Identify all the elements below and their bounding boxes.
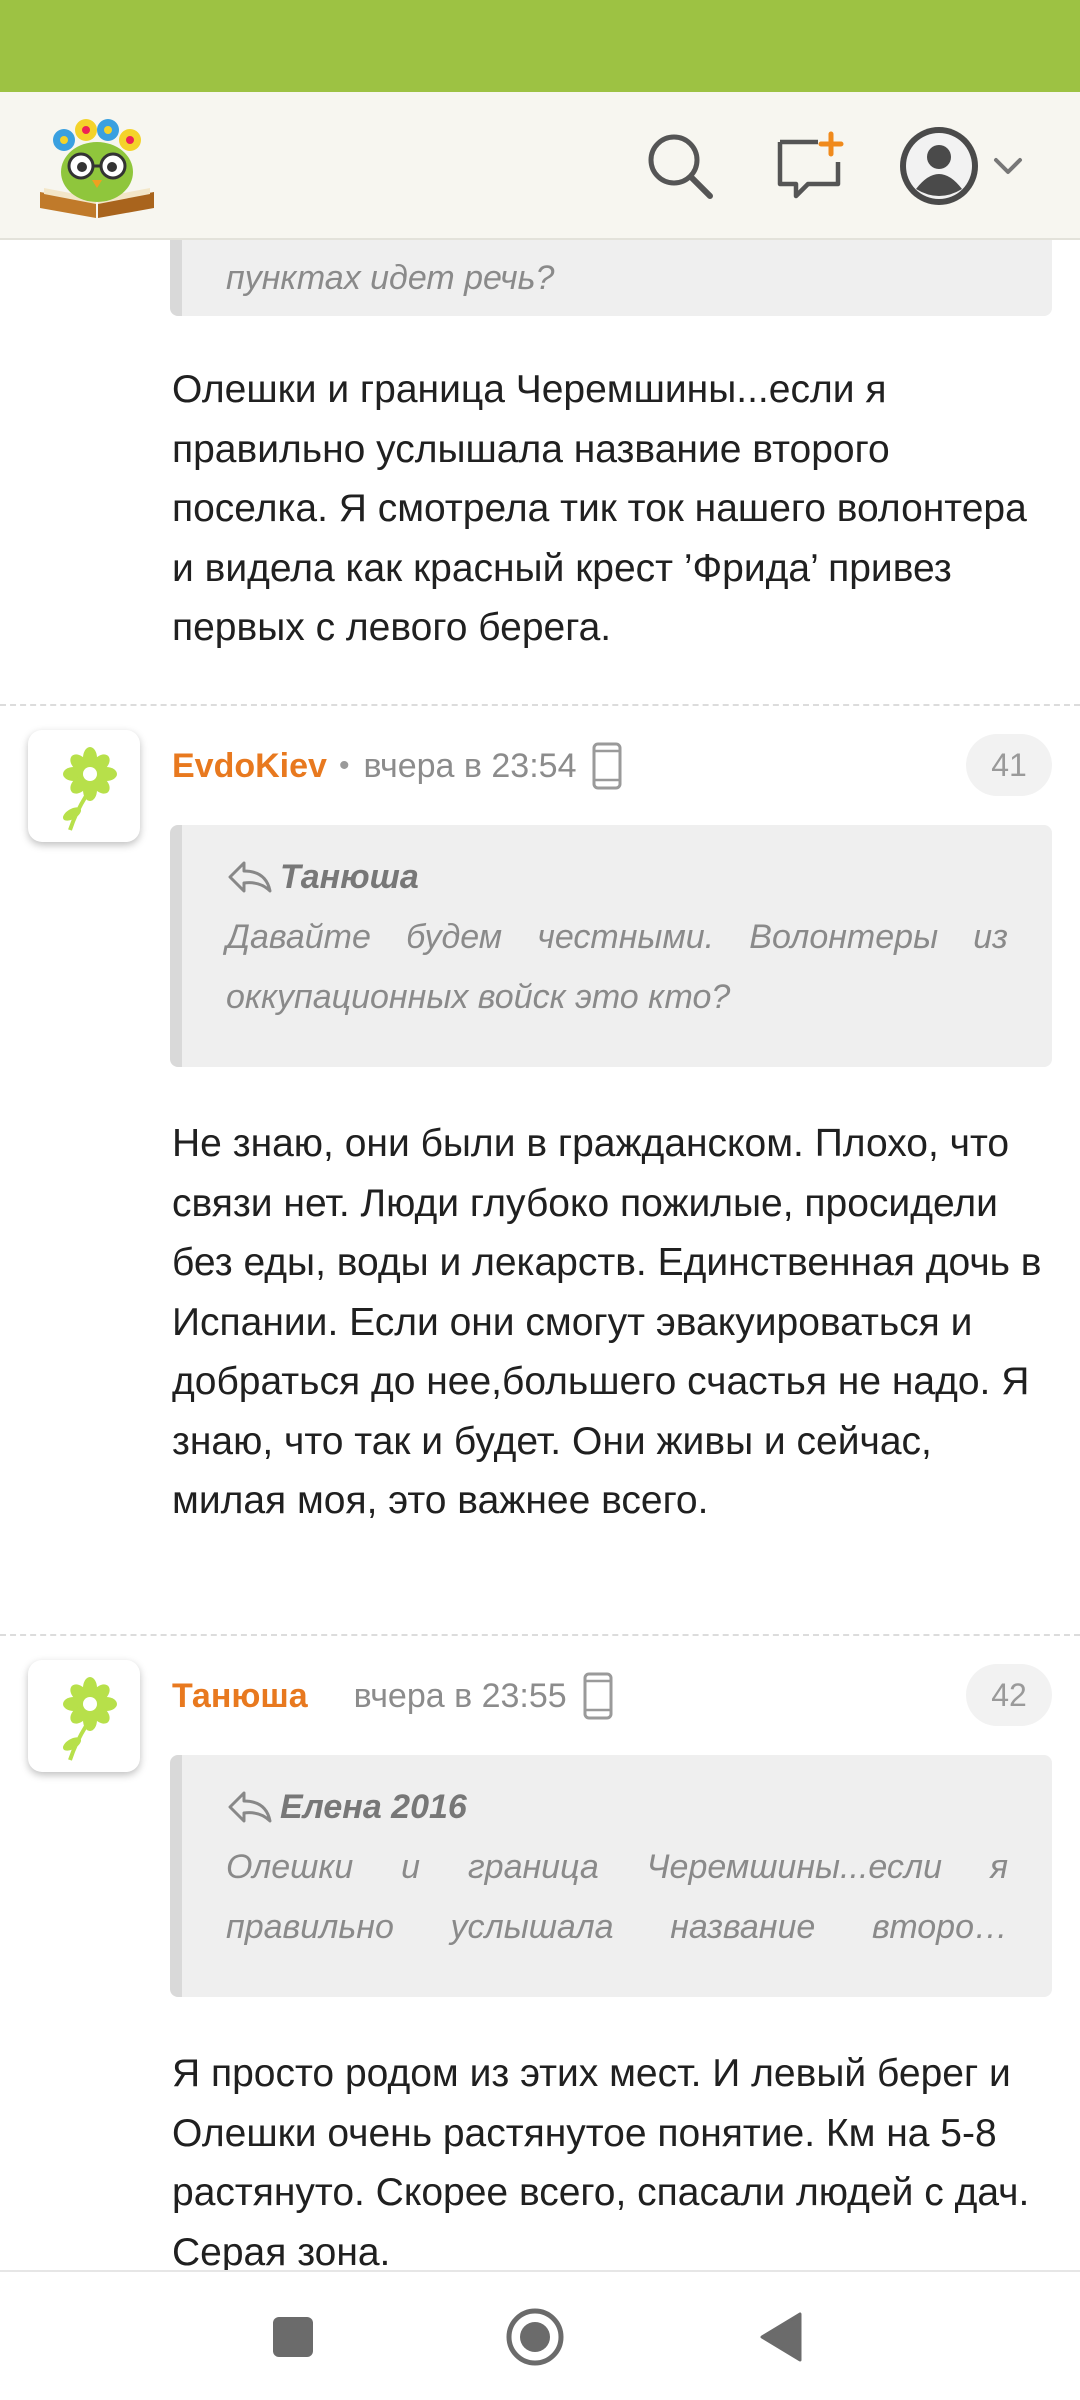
comment-body: Я просто родом из этих мест. И левый бер… [172,2052,1030,2270]
home-circle-icon [506,2308,564,2366]
author-name[interactable]: Танюша [172,1677,308,1716]
book-owl-logo[interactable] [34,110,160,222]
avatar[interactable] [28,730,140,842]
recents-button[interactable] [258,2302,328,2372]
quote-author-name: Елена 2016 [280,1788,467,1826]
comment-body: Олешки и граница Черемшины...если я прав… [172,368,1027,649]
app-header [0,92,1080,240]
reply-arrow-icon [228,861,272,893]
system-nav-bar [0,2270,1080,2400]
back-triangle-icon [760,2312,802,2362]
chevron-down-icon [994,158,1022,174]
comment-time: вчера в 23:54 [363,746,577,785]
daisy-avatar-icon [62,1677,117,1761]
comment-meta: Танюша вчера в 23:55 [172,1668,613,1724]
profile-menu-button[interactable] [898,126,1034,206]
avatar[interactable] [28,1660,140,1772]
reply-quote: пунктах идет речь? [170,240,1052,316]
status-bar [0,0,1080,92]
mobile-device-icon [583,1672,613,1720]
quote-author: Елена 2016 [226,1777,1008,1837]
quote-text: Олешки и граница Черемшины...если я [226,1848,1008,1886]
quote-author: Танюша [226,847,1008,907]
meta-separator: • [338,749,350,782]
quote-text: Давайте будем честными. Волонтеры из [226,918,1008,956]
search-button[interactable] [640,126,720,206]
comment-divider [0,704,1080,706]
quote-author-name: Танюша [280,858,419,896]
back-button[interactable] [746,2302,816,2372]
daisy-avatar-icon [62,747,117,831]
reply-arrow-icon [228,1791,272,1823]
quote-text: правильно услышала название второ… [226,1908,1008,1946]
comment-number[interactable]: 41 [966,734,1052,796]
new-message-button[interactable] [770,126,850,206]
reply-quote[interactable]: Танюша Давайте будем честными. Волонтеры… [170,825,1052,1067]
author-name[interactable]: EvdoKiev [172,747,327,786]
comment-number[interactable]: 42 [966,1664,1052,1726]
comment-body: Не знаю, они были в гражданском. Плохо, … [172,1122,1042,1522]
quote-text: оккупационных войск это кто? [226,978,731,1016]
comment-divider [0,1634,1080,1636]
user-avatar-icon [900,127,978,205]
home-button[interactable] [500,2302,570,2372]
comment-meta: EvdoKiev • вчера в 23:54 [172,738,622,794]
quote-text: пунктах идет речь? [226,259,555,297]
new-message-icon [777,131,844,199]
comment-time: вчера в 23:55 [353,1676,567,1715]
comments-feed[interactable]: пунктах идет речь? Олешки и граница Чере… [0,240,1080,2270]
search-icon [648,134,713,199]
mobile-device-icon [592,742,622,790]
recents-square-icon [273,2317,313,2357]
reply-quote[interactable]: Елена 2016 Олешки и граница Черемшины...… [170,1755,1052,1997]
